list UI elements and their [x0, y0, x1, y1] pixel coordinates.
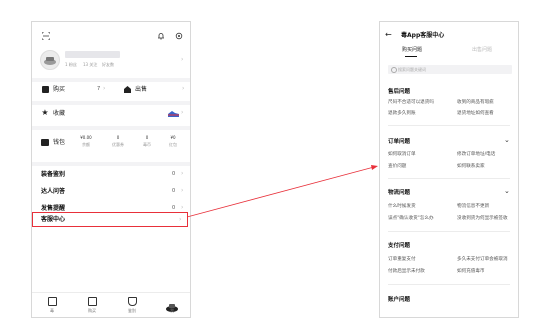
question-link[interactable]: 多久未支付订单会被取消 — [457, 257, 508, 263]
question-link[interactable]: 如何联系卖家 — [457, 164, 485, 170]
question-link[interactable]: 订单重复支付 — [388, 257, 416, 263]
tab-active-indicator — [405, 56, 417, 57]
question-link[interactable]: 修改订单地址/电话 — [457, 152, 495, 158]
question-link[interactable]: 收到的商品有瑕疵 — [457, 100, 494, 106]
question-link[interactable]: 如何充值毒币 — [457, 269, 485, 275]
tab-sale-issues[interactable]: 出售问题 — [472, 47, 492, 53]
chevron-down-icon[interactable]: ⌄ — [504, 188, 510, 195]
section-title: 订单问题 — [388, 139, 411, 145]
page-title: 毒App客服中心 — [401, 32, 445, 39]
question-link[interactable]: 退货地址如何查看 — [457, 111, 494, 117]
question-link[interactable]: 没收到货为何显示被签收 — [457, 216, 508, 222]
question-link[interactable]: 误点"确认收货"怎么办 — [388, 216, 434, 222]
back-arrow-icon[interactable]: ← — [385, 31, 392, 39]
search-box[interactable]: 搜索问题关键词 — [388, 65, 512, 74]
search-placeholder: 搜索问题关键词 — [398, 67, 426, 72]
question-link[interactable]: 尺码不合适可以退货吗 — [388, 100, 434, 106]
question-link[interactable]: 查价问题 — [388, 164, 406, 170]
question-link[interactable]: 什么时候发货 — [388, 204, 416, 210]
section-title: 支付问题 — [388, 243, 411, 249]
question-link[interactable]: 付款后显示未付款 — [388, 269, 425, 275]
chevron-down-icon[interactable]: ⌄ — [504, 137, 510, 144]
customer-service-screen: ← 毒App客服中心 购买问题 出售问题 搜索问题关键词 售后问题 尺码不合适可… — [379, 21, 519, 318]
tab-purchase-issues[interactable]: 购买问题 — [402, 47, 422, 53]
question-link[interactable]: 退款多久到账 — [388, 111, 416, 117]
search-icon — [391, 67, 397, 73]
question-link[interactable]: 如何取消订单 — [388, 152, 416, 158]
question-link[interactable]: 物流信息不更新 — [457, 204, 489, 210]
section-title: 物流问题 — [388, 190, 411, 196]
section-title: 账户问题 — [388, 297, 411, 303]
section-title: 售后问题 — [388, 89, 411, 95]
